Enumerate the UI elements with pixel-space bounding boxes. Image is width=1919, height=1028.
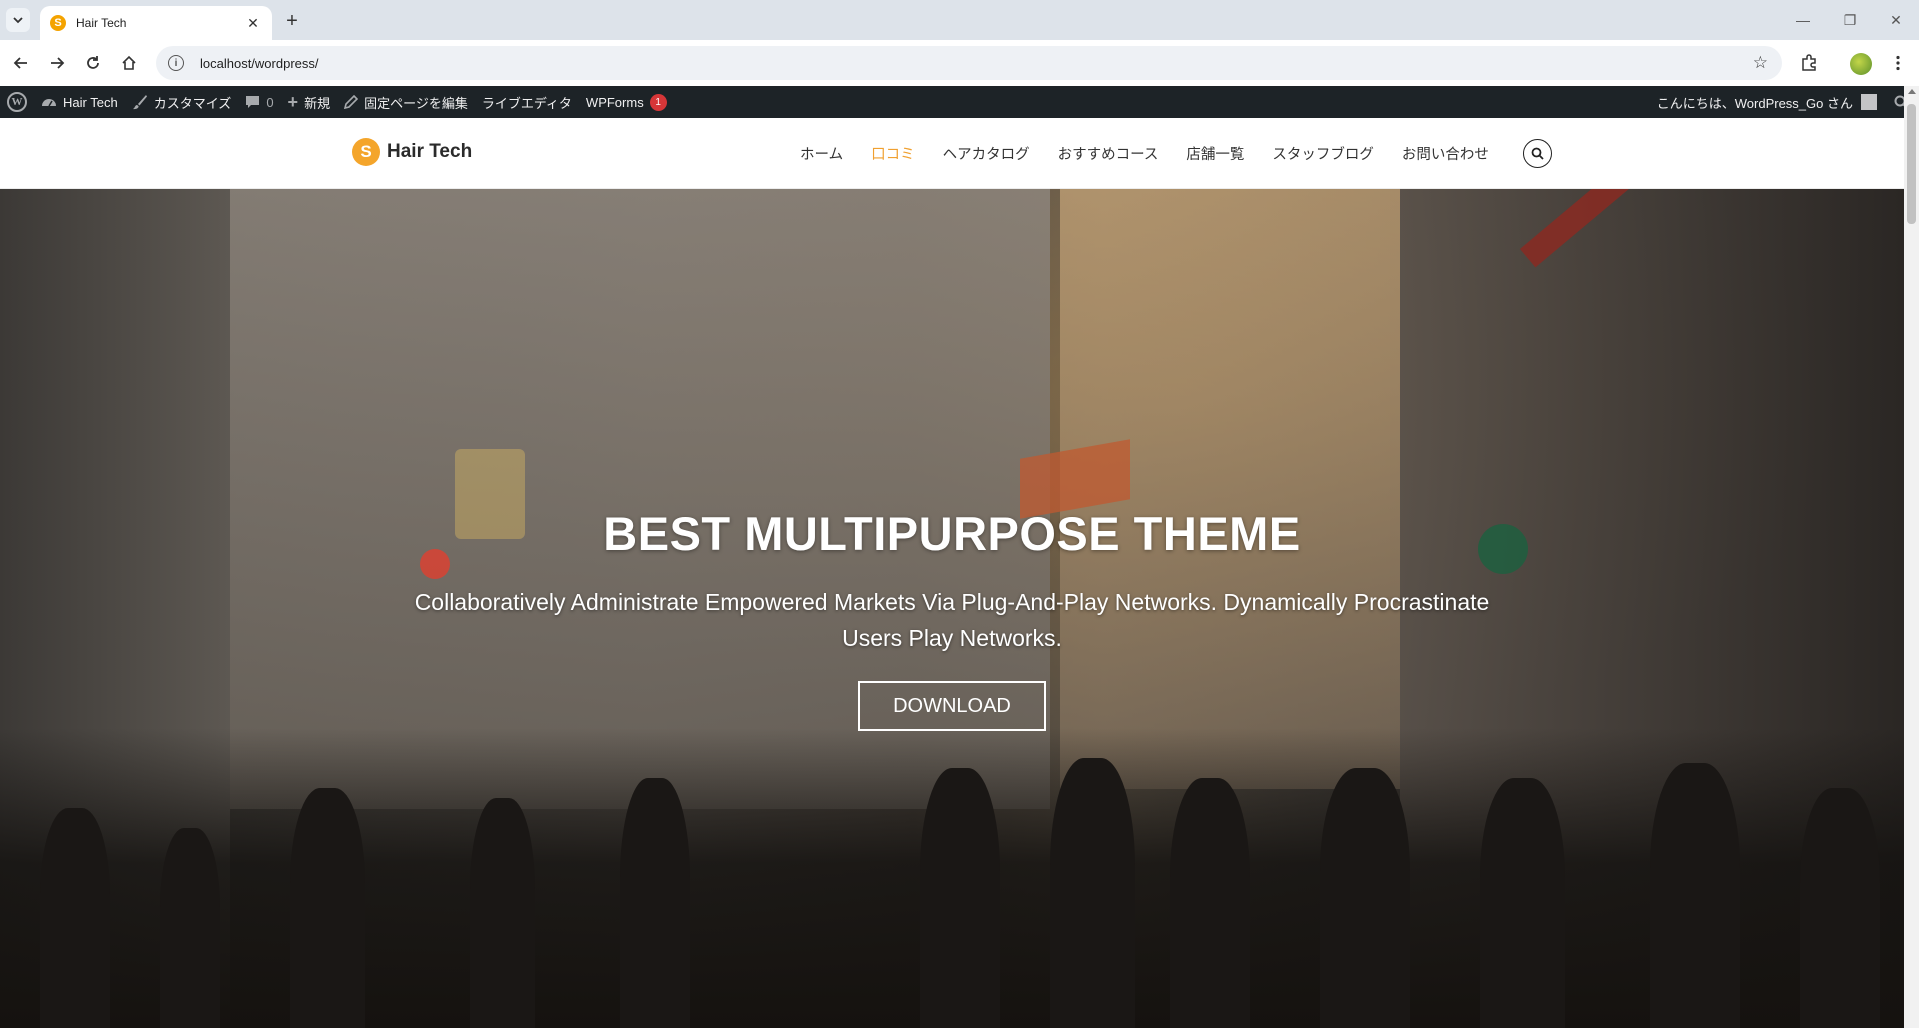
browser-tab[interactable]: S Hair Tech ✕ xyxy=(40,6,272,40)
nav-item-hair-catalog[interactable]: ヘアカタログ xyxy=(943,143,1030,164)
nav-item-home[interactable]: ホーム xyxy=(800,143,843,164)
wordpress-icon: W xyxy=(7,92,27,112)
address-bar[interactable]: i localhost/wordpress/ ☆ xyxy=(156,46,1782,80)
hero-section: BEST MULTIPURPOSE THEME Collaboratively … xyxy=(0,189,1904,1028)
hero-crowd-overlay xyxy=(0,728,1904,1028)
extensions-button[interactable] xyxy=(1797,51,1821,75)
logo-icon: S xyxy=(352,138,380,166)
comment-bubble-icon xyxy=(246,96,260,108)
user-avatar xyxy=(1861,94,1877,110)
paintbrush-icon xyxy=(132,95,147,110)
site-search-button[interactable] xyxy=(1523,139,1552,168)
admin-wpforms[interactable]: WPForms 1 xyxy=(579,86,674,118)
site-info-icon[interactable]: i xyxy=(168,55,184,71)
restore-icon[interactable]: ❐ xyxy=(1837,8,1863,32)
admin-comments-count: 0 xyxy=(266,94,274,110)
plus-icon: + xyxy=(287,91,299,112)
browser-menu-button[interactable] xyxy=(1886,51,1910,75)
pencil-icon xyxy=(344,95,359,109)
admin-edit-page[interactable]: 固定ページを編集 xyxy=(337,86,475,118)
admin-customize-label: カスタマイズ xyxy=(153,95,232,111)
nav-item-recommended-courses[interactable]: おすすめコース xyxy=(1058,143,1159,164)
admin-comments[interactable]: 0 xyxy=(238,86,280,118)
puzzle-icon xyxy=(1802,54,1816,71)
forward-button[interactable] xyxy=(45,51,69,75)
wpforms-notification-badge: 1 xyxy=(649,93,667,111)
home-icon xyxy=(122,55,136,70)
admin-customize[interactable]: カスタマイズ xyxy=(125,86,239,118)
site-header: S Hair Tech ホーム 口コミ ヘアカタログ おすすめコース 店舗一覧 … xyxy=(0,118,1904,189)
scrollbar-thumb[interactable] xyxy=(1907,104,1916,224)
admin-edit-page-label: 固定ページを編集 xyxy=(364,95,468,111)
site-logo[interactable]: S Hair Tech xyxy=(352,138,472,166)
admin-live-editor-label: ライブエディタ xyxy=(481,95,572,111)
hero-title: BEST MULTIPURPOSE THEME xyxy=(603,507,1301,560)
chevron-down-icon xyxy=(13,17,23,24)
admin-live-editor[interactable]: ライブエディタ xyxy=(475,86,579,118)
admin-wpforms-label: WPForms xyxy=(585,94,644,110)
back-button[interactable] xyxy=(9,51,33,75)
nav-item-staff-blog[interactable]: スタッフブログ xyxy=(1272,143,1374,164)
wp-admin-bar: W Hair Tech カスタマイズ 0 + 新規 固定ページを編集 ライブエデ… xyxy=(0,86,1919,118)
arrow-right-icon xyxy=(51,57,65,69)
arrow-left-icon xyxy=(13,57,27,69)
admin-new[interactable]: + 新規 xyxy=(281,86,338,118)
admin-my-account[interactable]: こんにちは、WordPress_Go さん xyxy=(1650,86,1884,118)
url-text[interactable]: localhost/wordpress/ xyxy=(200,56,319,71)
search-icon xyxy=(1531,147,1544,160)
browser-toolbar: i localhost/wordpress/ ☆ xyxy=(0,40,1919,86)
wp-logo-menu[interactable]: W xyxy=(0,86,34,118)
window-close-icon[interactable]: ✕ xyxy=(1883,8,1909,32)
profile-avatar[interactable] xyxy=(1850,53,1872,75)
browser-tab-strip: S Hair Tech ✕ + — ❐ ✕ xyxy=(0,0,1919,40)
download-button[interactable]: DOWNLOAD xyxy=(858,681,1046,731)
reload-button[interactable] xyxy=(81,51,105,75)
admin-greeting: こんにちは、WordPress_Go さん xyxy=(1656,95,1853,111)
more-vertical-icon xyxy=(1896,55,1900,71)
admin-site-name-label: Hair Tech xyxy=(63,94,118,110)
main-navigation: ホーム 口コミ ヘアカタログ おすすめコース 店舗一覧 スタッフブログ お問い合… xyxy=(786,118,1503,189)
minimize-icon[interactable]: — xyxy=(1790,8,1816,32)
site-favicon-icon: S xyxy=(50,15,66,31)
home-button[interactable] xyxy=(117,51,141,75)
dashboard-icon xyxy=(42,99,56,107)
close-tab-icon[interactable]: ✕ xyxy=(244,14,262,32)
nav-item-store-list[interactable]: 店舗一覧 xyxy=(1186,143,1244,164)
bookmark-star-icon[interactable]: ☆ xyxy=(1753,53,1768,73)
logo-text: Hair Tech xyxy=(387,141,473,162)
page-scrollbar[interactable] xyxy=(1904,86,1919,1028)
nav-item-contact[interactable]: お問い合わせ xyxy=(1402,143,1489,164)
scroll-up-arrow-icon[interactable] xyxy=(1908,89,1916,94)
tab-search-button[interactable] xyxy=(6,8,30,32)
admin-new-label: 新規 xyxy=(304,95,331,111)
tab-title: Hair Tech xyxy=(76,16,127,30)
reload-icon xyxy=(87,56,99,69)
new-tab-button[interactable]: + xyxy=(280,9,304,33)
nav-item-reviews[interactable]: 口コミ xyxy=(871,143,915,164)
admin-site-name[interactable]: Hair Tech xyxy=(34,86,125,118)
hero-subtitle: Collaboratively Administrate Empowered M… xyxy=(414,589,1490,651)
